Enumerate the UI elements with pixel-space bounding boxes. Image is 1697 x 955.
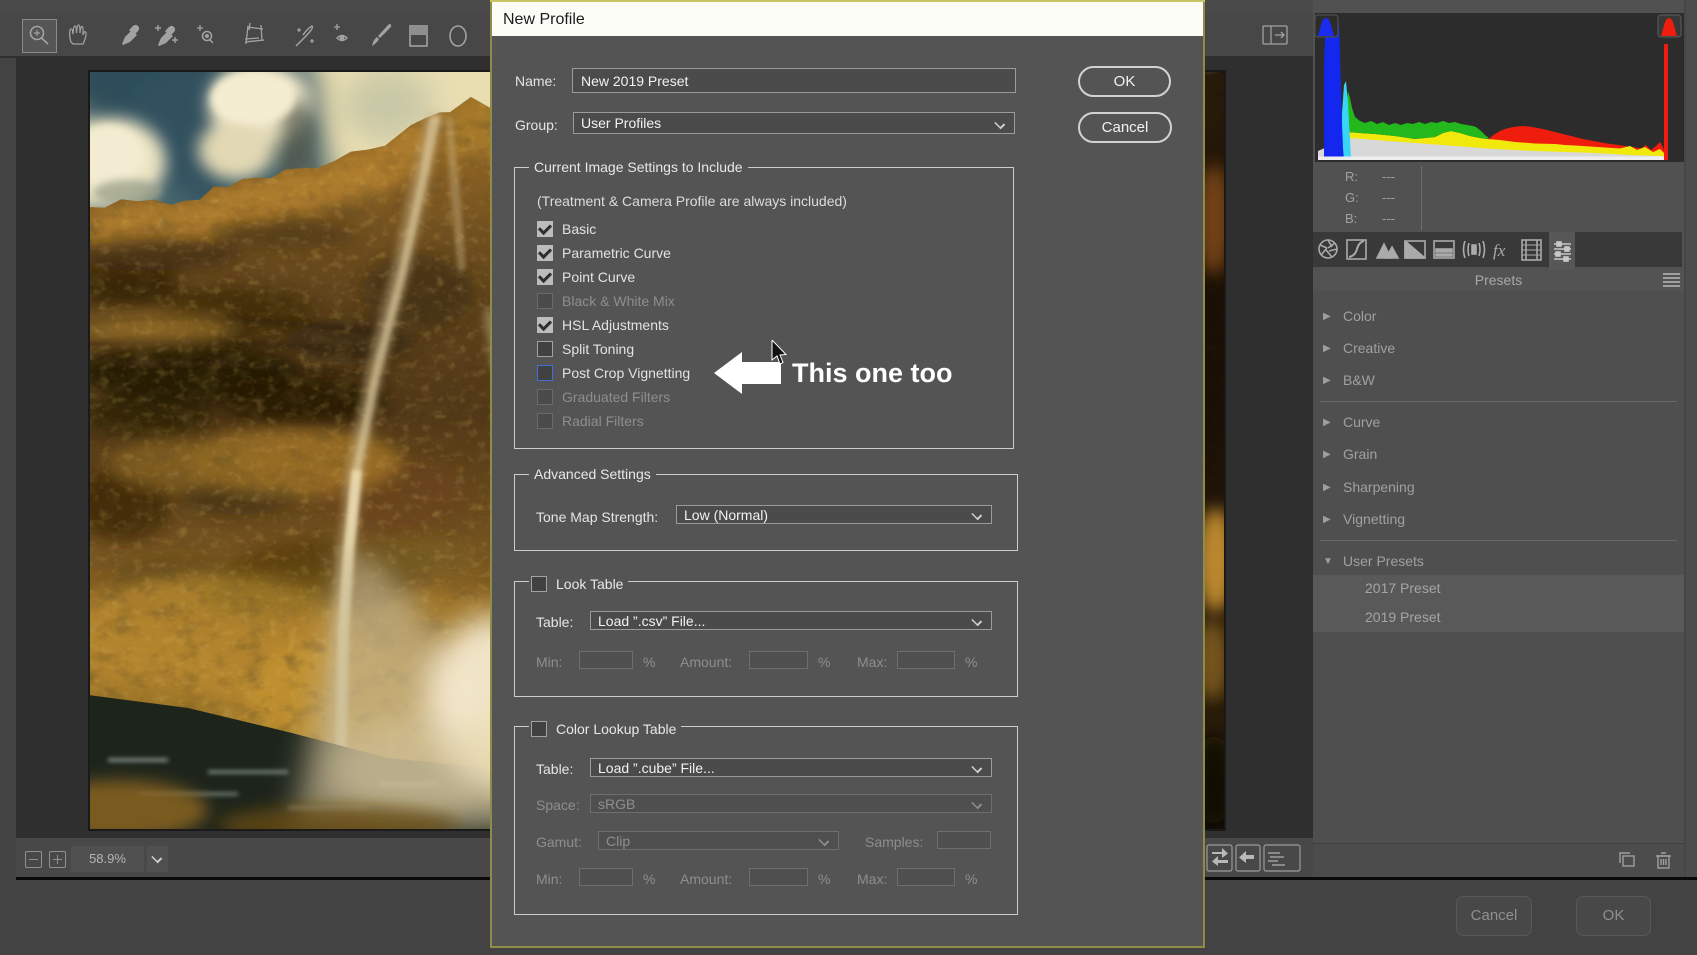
svg-text:fx: fx bbox=[1493, 241, 1506, 260]
